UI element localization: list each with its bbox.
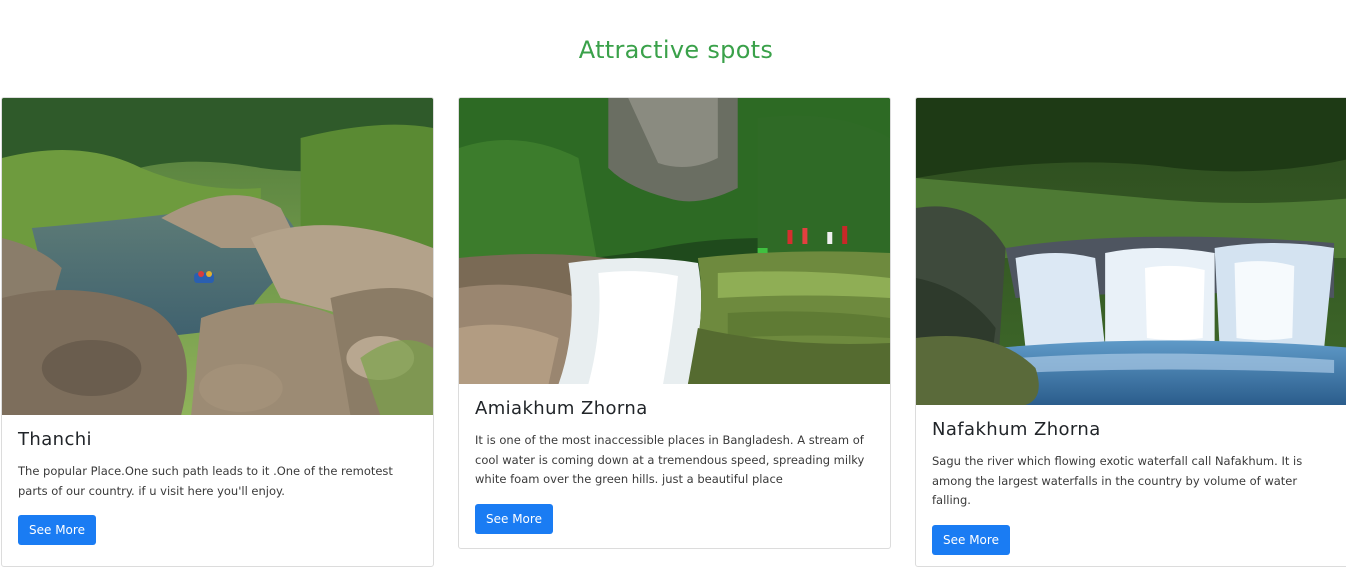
spot-card-thanchi: Thanchi The popular Place.One such path … [1,97,434,567]
see-more-button[interactable]: See More [932,524,1010,555]
spot-card-nafakhum: Nafakhum Zhorna Sagu the river which flo… [915,97,1346,567]
see-more-button[interactable]: See More [18,515,96,545]
card-description: It is one of the most inaccessible place… [475,433,865,486]
nafakhum-photo [916,98,1346,405]
card-description: Sagu the river which flowing exotic wate… [932,454,1303,507]
amiakhum-photo [459,98,890,384]
thanchi-photo [2,98,433,415]
see-more-button[interactable]: See More [475,503,553,534]
card-title: Amiakhum Zhorna [475,398,648,419]
card-description: The popular Place.One such path leads to… [18,464,393,498]
card-title: Nafakhum Zhorna [932,419,1101,440]
card-title: Thanchi [18,429,92,450]
section-title: Attractive spots [578,36,774,64]
spot-card-amiakhum: Amiakhum Zhorna It is one of the most in… [458,97,891,549]
